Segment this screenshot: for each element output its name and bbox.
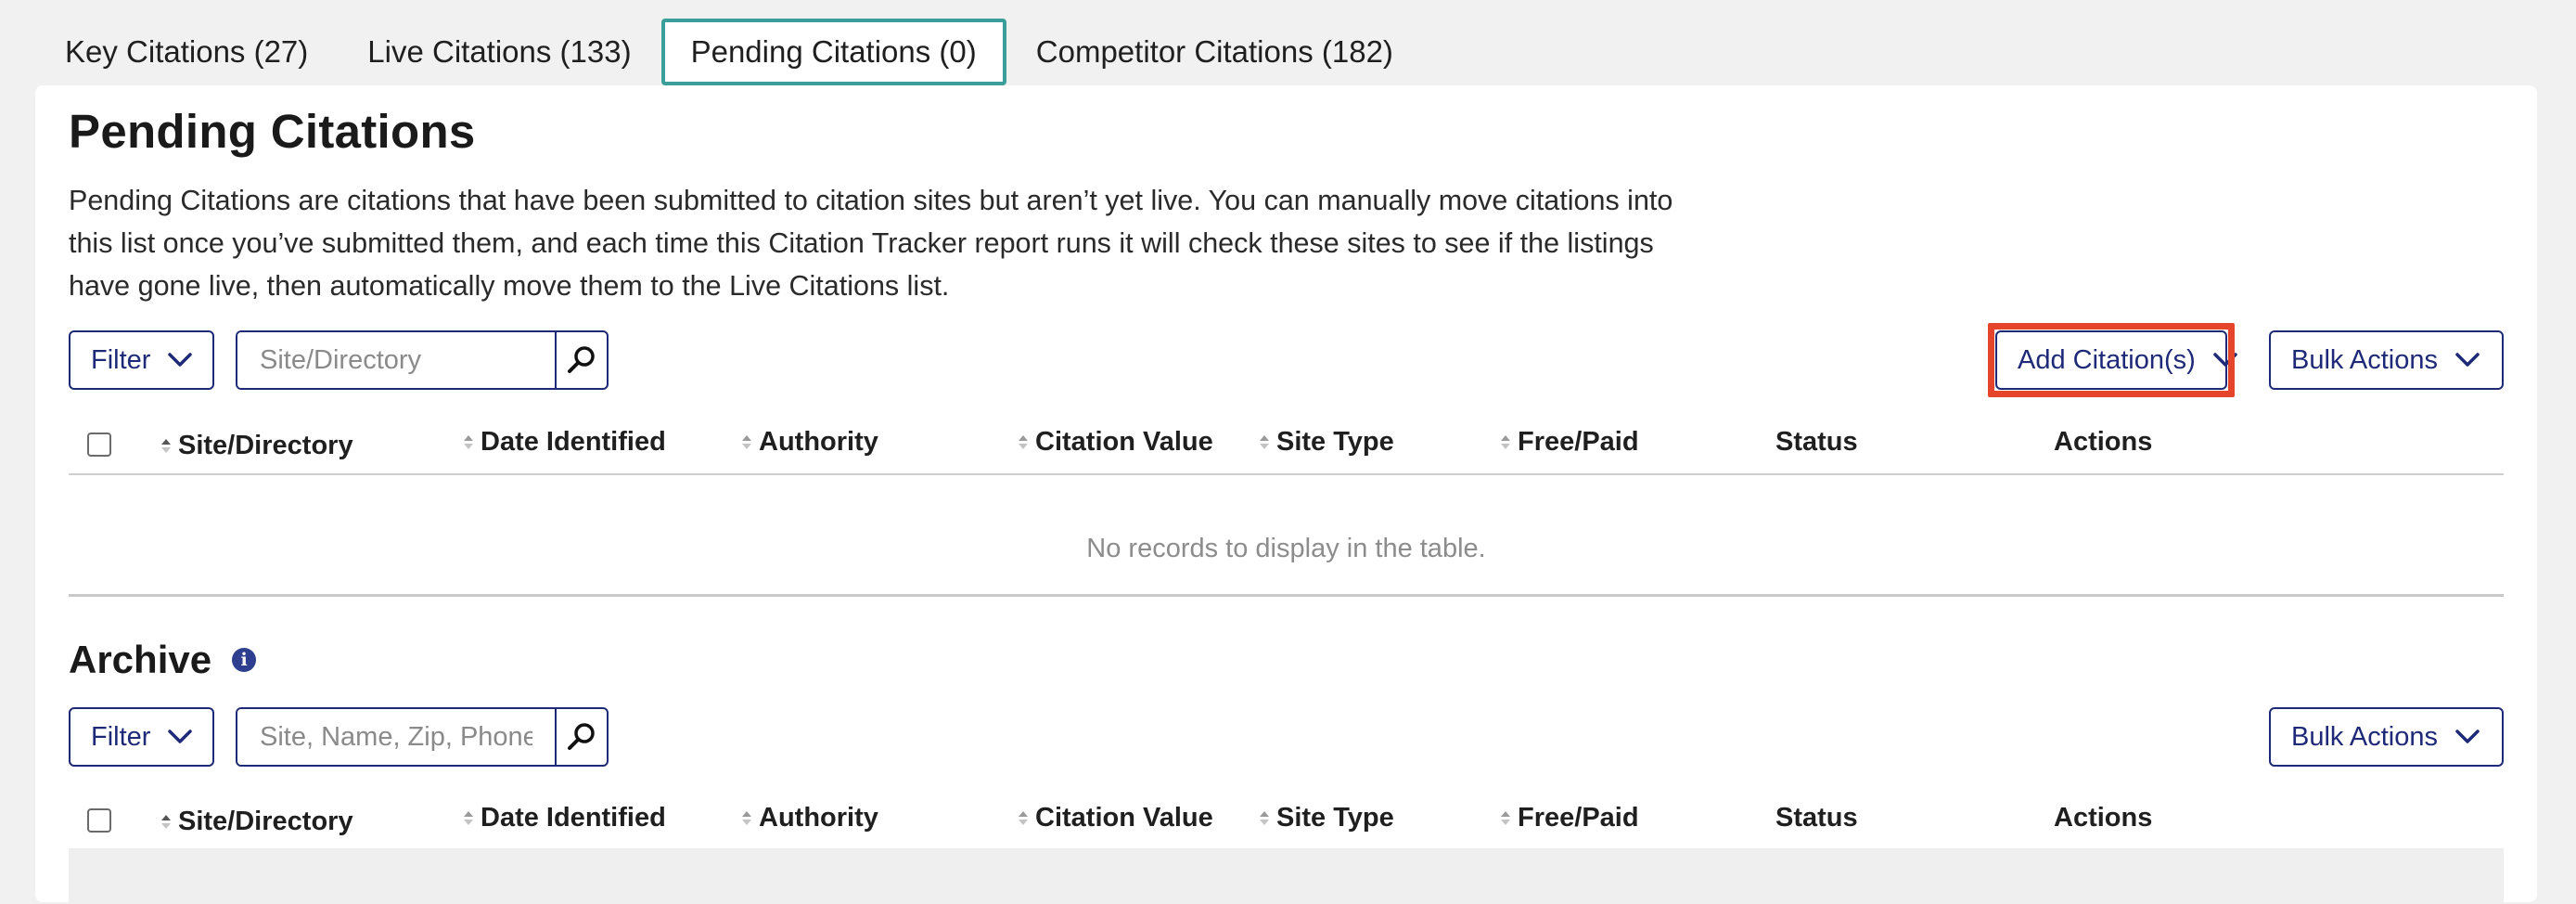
sort-icon [742, 435, 751, 449]
table-row [69, 848, 2504, 904]
sort-icon [1019, 435, 1028, 449]
chevron-down-icon [167, 723, 193, 751]
tab-live-citations[interactable]: Live Citations (133) [338, 19, 660, 85]
archive-table-header: Site/Directory Date Identified Authority… [69, 795, 2504, 851]
sort-icon [161, 815, 171, 829]
bulk-actions-label: Bulk Actions [2291, 721, 2438, 752]
citation-tabs: Key Citations (27) Live Citations (133) … [35, 19, 1423, 85]
col-actions: Actions [2054, 803, 2153, 833]
col-actions: Actions [2054, 427, 2153, 457]
select-all-checkbox[interactable] [87, 433, 111, 457]
search-icon[interactable] [555, 709, 607, 765]
pending-description: Pending Citations are citations that hav… [69, 185, 1673, 302]
page-title: Pending Citations [69, 105, 476, 158]
sort-icon [464, 811, 473, 825]
sort-icon [742, 811, 751, 825]
col-site-directory[interactable]: Site/Directory [161, 807, 353, 837]
tab-pending-citations[interactable]: Pending Citations (0) [660, 19, 1006, 85]
col-date-identified[interactable]: Date Identified [464, 803, 666, 833]
tab-competitor-citations[interactable]: Competitor Citations (182) [1006, 19, 1423, 85]
add-citations-button[interactable]: Add Citation(s) [1995, 330, 2237, 390]
pending-search-input[interactable] [237, 332, 555, 388]
search-icon[interactable] [555, 332, 607, 388]
archive-title: Archive i [69, 638, 257, 682]
col-status: Status [1775, 427, 1858, 457]
sort-icon [464, 435, 473, 449]
sort-icon [161, 439, 171, 453]
chevron-down-icon [2454, 346, 2481, 374]
col-free-paid[interactable]: Free/Paid [1501, 803, 1639, 833]
pending-filter-button[interactable]: Filter [69, 330, 214, 390]
sort-icon [1501, 811, 1510, 825]
empty-table-message: No records to display in the table. [1086, 534, 1486, 563]
pending-bulk-actions-button[interactable]: Bulk Actions [2269, 330, 2504, 390]
chevron-down-icon [167, 346, 193, 374]
col-status: Status [1775, 803, 1858, 833]
sort-icon [1019, 811, 1028, 825]
col-authority[interactable]: Authority [742, 803, 878, 833]
sort-icon [1501, 435, 1510, 449]
col-site-type[interactable]: Site Type [1260, 427, 1394, 458]
col-citation-value[interactable]: Citation Value [1019, 427, 1213, 458]
pending-search [236, 330, 609, 390]
tab-key-citations[interactable]: Key Citations (27) [35, 19, 338, 85]
sort-icon [1260, 435, 1269, 449]
add-citations-label: Add Citation(s) [2018, 344, 2196, 375]
info-icon[interactable]: i [232, 648, 257, 672]
col-citation-value[interactable]: Citation Value [1019, 803, 1213, 833]
archive-search-input[interactable] [237, 709, 555, 765]
col-authority[interactable]: Authority [742, 427, 878, 458]
select-all-checkbox[interactable] [87, 808, 111, 833]
col-site-type[interactable]: Site Type [1260, 803, 1394, 833]
sort-icon [1260, 811, 1269, 825]
chevron-down-icon [2454, 723, 2481, 751]
col-date-identified[interactable]: Date Identified [464, 427, 666, 458]
archive-filter-button[interactable]: Filter [69, 707, 214, 767]
filter-label: Filter [91, 344, 151, 375]
col-site-directory[interactable]: Site/Directory [161, 431, 353, 461]
archive-heading: Archive [69, 638, 212, 681]
chevron-down-icon [2212, 346, 2238, 374]
archive-bulk-actions-button[interactable]: Bulk Actions [2269, 707, 2504, 767]
archive-search [236, 707, 609, 767]
section-divider [69, 594, 2504, 597]
filter-label: Filter [91, 721, 151, 752]
pending-table-header: Site/Directory Date Identified Authority… [69, 420, 2504, 475]
col-free-paid[interactable]: Free/Paid [1501, 427, 1639, 458]
bulk-actions-label: Bulk Actions [2291, 344, 2438, 375]
pending-citations-panel: Pending Citations Pending Citations are … [35, 85, 2537, 904]
